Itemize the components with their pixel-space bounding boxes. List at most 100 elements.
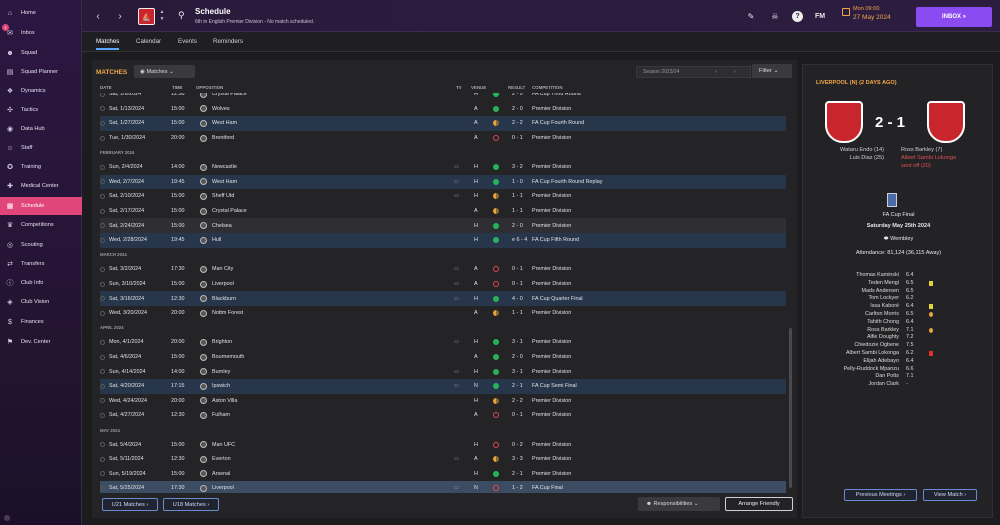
table-row[interactable]: Sat, 2/10/2024 15:00 Sheff Utd ▭ H 1 - 1 Premi… (100, 189, 786, 204)
row-select-icon[interactable] (100, 442, 105, 448)
filter-button[interactable]: Filter ⌄ (752, 64, 792, 78)
row-select-icon[interactable] (100, 383, 105, 389)
competition[interactable]: Premier Division (532, 266, 571, 272)
lineup-player[interactable]: Dan Potts 7.1 (803, 373, 994, 381)
lineup-player[interactable]: Tom Lockyer 6.2 (803, 295, 994, 303)
col-tv[interactable]: TV (456, 85, 462, 90)
row-select-icon[interactable] (100, 237, 105, 243)
opponent-name[interactable]: Newcastle (212, 164, 237, 170)
row-select-icon[interactable] (100, 485, 105, 491)
search-icon[interactable]: ⚲ (178, 10, 190, 22)
competition[interactable]: Premier Division (532, 193, 571, 199)
sidebar-item-home[interactable]: ⌂ Home (0, 4, 82, 22)
sidebar-item-tactics[interactable]: ✣ Tactics (0, 101, 82, 119)
season-next-icon[interactable]: › (734, 69, 736, 75)
tab-calendar[interactable]: Calendar (136, 38, 161, 45)
sidebar-item-dynamics[interactable]: ❖ Dynamics (0, 82, 82, 100)
competition[interactable]: FA Cup Quarter Final (532, 296, 583, 302)
competition[interactable]: Premier Division (532, 339, 571, 345)
sidebar-item-dev-center[interactable]: ⚑ Dev. Center (0, 333, 82, 351)
view-match-button[interactable]: View Match › (923, 489, 977, 501)
table-row[interactable]: Wed, 4/24/2024 20:00 Aston Villa H 2 - 2 Prem… (100, 394, 786, 409)
lineup-player[interactable]: Pelly-Ruddock Mpanzu 6.6 (803, 366, 994, 374)
table-row[interactable]: Sun, 4/14/2024 14:00 Burnley ▭ H 3 - 1 Premier… (100, 364, 786, 379)
sidebar-item-medical-center[interactable]: ✚ Medical Center (0, 177, 82, 195)
competition[interactable]: Premier Division (532, 456, 571, 462)
opponent-name[interactable]: Brentford (212, 135, 234, 141)
row-select-icon[interactable] (100, 296, 105, 302)
competition[interactable]: Premier Division (532, 471, 571, 477)
row-select-icon[interactable] (100, 310, 105, 316)
row-select-icon[interactable] (100, 106, 105, 112)
table-row[interactable]: Sat, 1/13/2024 15:00 Wolves A 2 - 0 Premier D… (100, 102, 786, 117)
back-icon[interactable]: ‹ (91, 9, 105, 23)
lineup-player[interactable]: Alfie Doughty 7.2 (803, 334, 994, 342)
lineup-player[interactable]: Albert Sambi Lokonga 6.2 (803, 350, 994, 358)
competition[interactable]: FA Cup Fifth Round (532, 237, 579, 243)
competition[interactable]: FA Cup Final (532, 485, 563, 491)
table-row[interactable]: Sat, 2/24/2024 15:00 Chelsea H 2 - 0 Premier … (100, 218, 786, 233)
col-time[interactable]: TIME (172, 85, 183, 90)
lineup-player[interactable]: Mads Andersen 6.5 (803, 288, 994, 296)
game-date[interactable]: Mon 09:00 27 May 2024 (842, 6, 922, 28)
col-venue[interactable]: VENUE (471, 85, 486, 90)
col-result[interactable]: RESULT (508, 85, 525, 90)
opponent-name[interactable]: Chelsea (212, 223, 232, 229)
fm-logo[interactable]: FM (813, 9, 827, 23)
edit-icon[interactable]: ✎ (744, 9, 758, 23)
opponent-name[interactable]: Man City (212, 266, 233, 272)
sidebar-item-scouting[interactable]: ◎ Scouting (0, 236, 82, 254)
competition[interactable]: Premier Division (532, 310, 571, 316)
row-select-icon[interactable] (100, 135, 105, 141)
competition[interactable]: Premier Division (532, 442, 571, 448)
row-select-icon[interactable] (100, 193, 105, 199)
row-select-icon[interactable] (100, 456, 105, 462)
tab-matches[interactable]: Matches (96, 38, 120, 50)
row-select-icon[interactable] (100, 398, 105, 404)
table-row[interactable]: Sun, 3/10/2024 15:00 Liverpool ▭ A 0 - 1 Premi… (100, 277, 786, 292)
table-row[interactable]: Wed, 3/20/2024 20:00 Nottm Forest A 1 - 1 Pre… (100, 306, 786, 321)
competition[interactable]: Premier Division (532, 164, 571, 170)
competition[interactable]: Premier Division (532, 398, 571, 404)
row-select-icon[interactable] (100, 471, 105, 477)
competition[interactable]: Premier Division (532, 106, 571, 112)
table-row[interactable]: Sat, 3/16/2024 12:30 Blackburn ▭ H 4 - 0 FA Cu… (100, 291, 786, 306)
row-select-icon[interactable] (100, 93, 105, 97)
opponent-name[interactable]: Brighton (212, 339, 232, 345)
col-opposition[interactable]: OPPOSITION (196, 85, 223, 90)
competition[interactable]: Premier Division (532, 354, 571, 360)
col-competition[interactable]: COMPETITION (532, 85, 563, 90)
competition[interactable]: Premier Division (532, 281, 571, 287)
competition[interactable]: FA Cup Fourth Round Replay (532, 179, 602, 185)
season-selector[interactable]: Season 2023/24 ‹ › (636, 66, 751, 78)
opponent-name[interactable]: Bournemouth (212, 354, 244, 360)
lineup-player[interactable]: Carlton Morris 6.5 (803, 311, 994, 319)
table-row[interactable]: Sun, 5/19/2024 15:00 Arsenal H 2 - 1 Premier … (100, 467, 786, 482)
row-select-icon[interactable] (100, 223, 105, 229)
sidebar-item-club-vision[interactable]: ◈ Club Vision (0, 293, 82, 311)
luton-crest-icon[interactable] (927, 101, 965, 143)
table-row[interactable]: Sat, 2/17/2024 15:00 Crystal Palace A 1 - 1 P… (100, 204, 786, 219)
skull-icon[interactable]: ☠ (768, 9, 782, 23)
matches-dropdown[interactable]: ◉ Matches ⌄ (134, 65, 195, 78)
club-crest-icon[interactable]: ⛵ (138, 8, 155, 25)
sidebar-item-data-hub[interactable]: ◉ Data Hub (0, 120, 82, 138)
opponent-name[interactable]: Man UFC (212, 442, 235, 448)
sidebar-item-transfers[interactable]: ⇄ Transfers (0, 255, 82, 273)
table-row[interactable]: Sat, 3/2/2024 17:30 Man City ▭ A 0 - 1 Premier… (100, 262, 786, 277)
lineup-player[interactable]: Thomas Kaminski 6.4 (803, 272, 994, 280)
tab-reminders[interactable]: Reminders (213, 38, 243, 45)
sidebar-item-club-info[interactable]: ⓘ Club Info (0, 274, 82, 292)
table-row[interactable]: Sat, 4/20/2024 17:15 Ipswich ▭ N 2 - 1 FA Cup … (100, 379, 786, 394)
row-select-icon[interactable] (100, 281, 105, 287)
table-row[interactable]: Sat, 4/27/2024 12:30 Fulham A 0 - 1 Premier D… (100, 408, 786, 423)
table-row[interactable]: Sat, 5/4/2024 15:00 Man UFC H 0 - 2 Premier D… (100, 437, 786, 452)
lineup-player[interactable]: Jordan Clark - (803, 381, 994, 389)
row-select-icon[interactable] (100, 354, 105, 360)
opponent-name[interactable]: Ipswich (212, 383, 230, 389)
previous-meetings-button[interactable]: Previous Meetings › (844, 489, 917, 501)
row-select-icon[interactable] (100, 208, 105, 214)
opponent-name[interactable]: Liverpool (212, 281, 234, 287)
sidebar-item-inbox[interactable]: ✉ Inbox (0, 24, 82, 42)
opponent-name[interactable]: Crystal Palace (212, 93, 247, 97)
